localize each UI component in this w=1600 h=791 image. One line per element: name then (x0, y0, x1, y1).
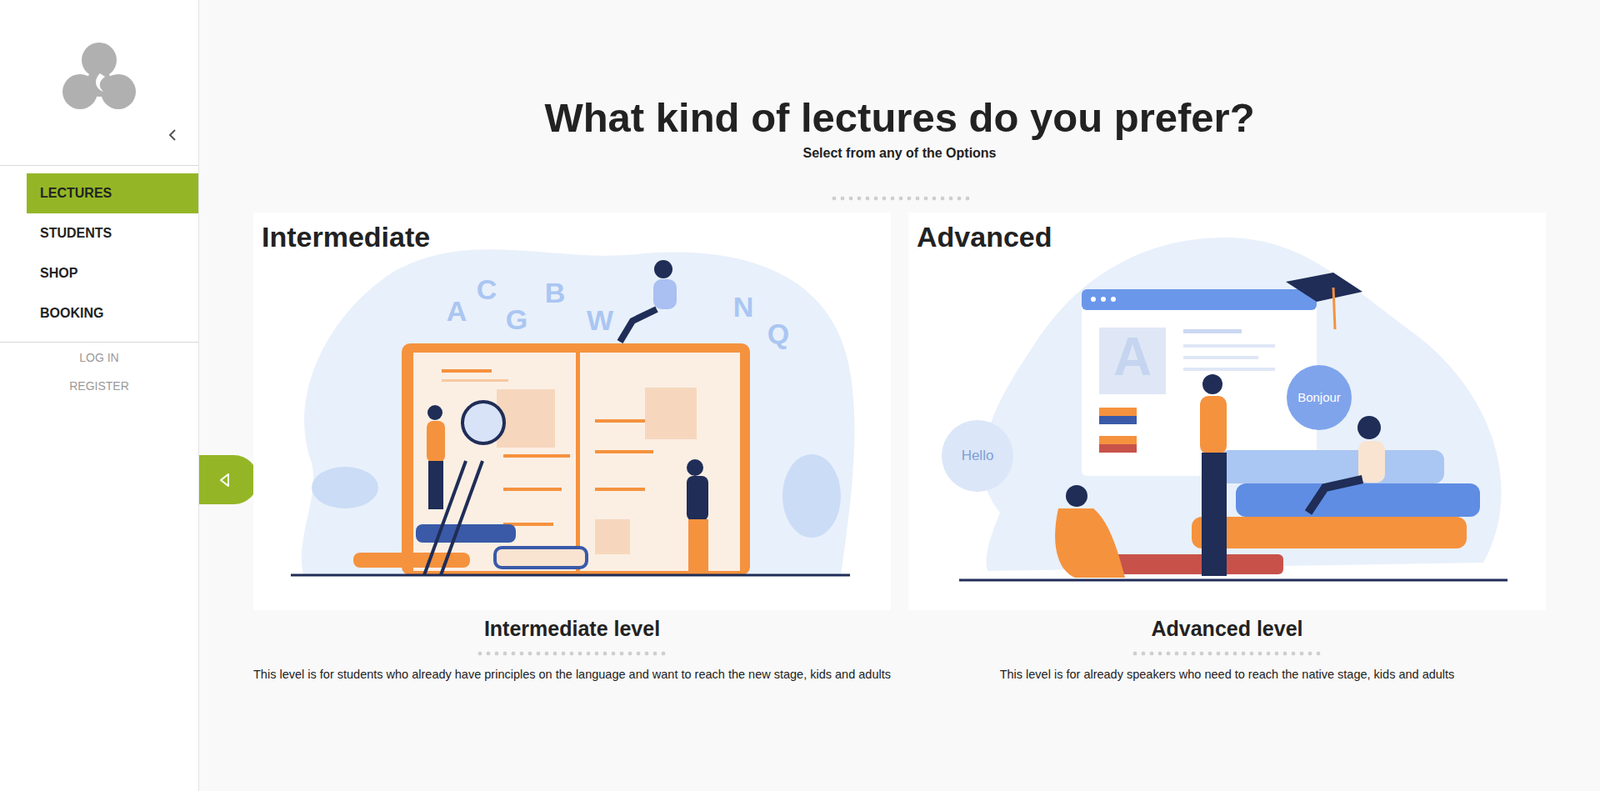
illustration-text: A (1113, 326, 1152, 387)
illustration-text: N (733, 290, 755, 323)
dotted-separator (1130, 650, 1325, 656)
illustration-text: Q (767, 317, 790, 350)
graduation-illustration-icon: A Hello Bonjour (908, 212, 1546, 610)
card-label: Advanced (916, 220, 1053, 254)
sidebar-nav: LECTURESSTUDENTSSHOPBOOKING (0, 165, 199, 343)
card-description: This level is for already speakers who n… (1000, 667, 1455, 681)
app-layout: LECTURESSTUDENTSSHOPBOOKING LOG IN REGIST… (0, 0, 1600, 791)
main-content: What kind of lectures do you prefer? Sel… (199, 0, 1600, 791)
dotted-separator (475, 650, 670, 656)
illustration-text: G (505, 303, 528, 335)
card-label: Intermediate (261, 220, 430, 254)
illustration-text: B (545, 276, 566, 309)
illustration-text: Bonjour (1297, 390, 1341, 405)
card-description: This level is for students who already h… (253, 667, 891, 681)
dotted-separator (830, 195, 970, 201)
open-book-illustration-icon: ACGBW NQ (253, 212, 891, 610)
chevron-left-icon[interactable] (166, 128, 179, 142)
trefoil-logo-icon (61, 40, 137, 112)
auth-link[interactable]: LOG IN (79, 350, 119, 365)
sidebar-item[interactable]: BOOKING (26, 293, 199, 334)
card-title: Intermediate level (484, 616, 660, 641)
page-subtitle: Select from any of the Options (802, 145, 996, 161)
level-card[interactable]: A Hello Bonjour Advanced (908, 212, 1546, 610)
auth-links: LOG IN REGISTER (0, 342, 199, 393)
sidebar-item[interactable]: STUDENTS (26, 213, 199, 254)
illustration-text: C (476, 273, 498, 305)
illustration-text: Hello (961, 447, 995, 464)
auth-link[interactable]: REGISTER (69, 379, 130, 393)
sidebar-item[interactable]: LECTURES (26, 173, 199, 214)
card-grid: ACGBWNQ Intermediate Intermediate level … (253, 212, 1546, 681)
level-option[interactable]: A Hello Bonjour Advanced Advanced level Th… (908, 212, 1546, 681)
sidebar-toggle-button[interactable] (199, 455, 259, 505)
sidebar-item[interactable]: SHOP (26, 253, 199, 294)
page-title: What kind of lectures do you prefer? (544, 93, 1255, 143)
logo[interactable] (0, 0, 199, 112)
sidebar: LECTURESSTUDENTSSHOPBOOKING LOG IN REGIST… (0, 0, 200, 791)
illustration-text: A (446, 295, 468, 327)
level-card[interactable]: ACGBW NQ Intermediate (253, 212, 891, 610)
card-title: Advanced level (1150, 616, 1303, 641)
triangle-left-icon (218, 472, 232, 488)
illustration-text: W (586, 304, 615, 336)
level-option[interactable]: ACGBWNQ Intermediate Intermediate level … (253, 212, 891, 681)
